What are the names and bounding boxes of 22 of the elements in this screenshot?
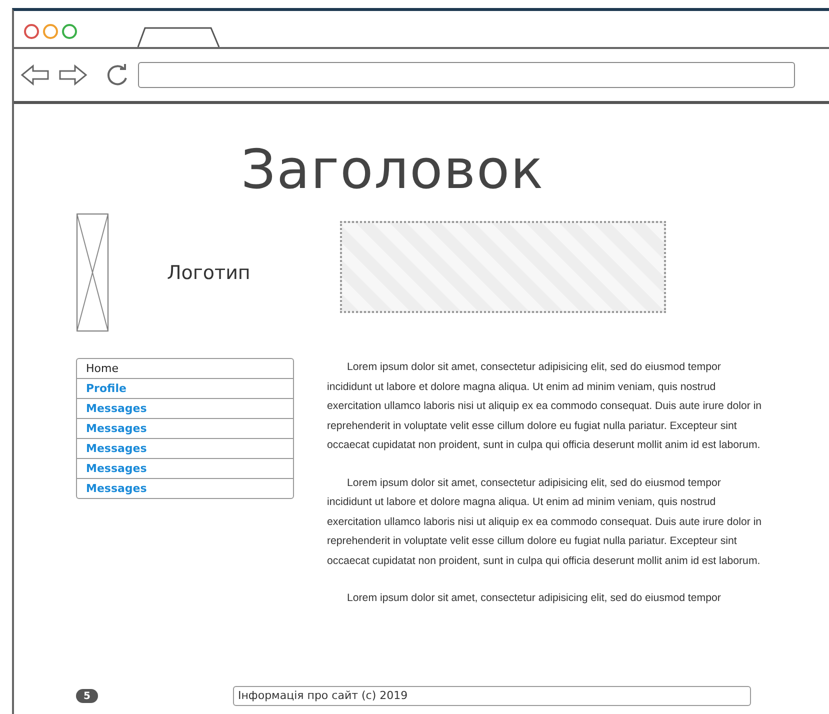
address-field[interactable]	[138, 62, 795, 88]
body-paragraph: Lorem ipsum dolor sit amet, consectetur adipisicing elit, sed do eiusmod tempor	[346, 591, 722, 606]
nav-item[interactable]: Messages	[77, 398, 293, 418]
nav-item[interactable]: Messages	[77, 478, 293, 498]
forward-arrow-icon[interactable]	[58, 64, 88, 86]
count-badge: 5	[76, 689, 98, 703]
back-arrow-icon[interactable]	[20, 64, 50, 86]
window-control-icon[interactable]	[62, 24, 77, 38]
nav-item[interactable]: Messages	[77, 418, 293, 438]
logo-label: Логотип	[167, 262, 252, 284]
footer-text: Інформація про сайт (с) 2019	[233, 686, 751, 706]
page-heading: Заголовок	[241, 138, 546, 201]
nav-item[interactable]: Messages	[77, 438, 293, 458]
image-placeholder-icon	[76, 213, 109, 332]
nav-item[interactable]: Profile	[77, 378, 293, 398]
body-paragraph: Lorem ipsum dolor sit amet, consectetur adipisicing elit, sed do eiusmod tempor incididunt ut labore et dolore magna aliqua. Ut enim ad minim veniam, quis nostrud exercitation ullamco laboris nisi ut aliquip ex ea commodo consequat. Duis aute irure dolor in reprehenderit in voluptate velit esse cillum dolore eu fugiat nulla pariatur. Excepteur sint occaecat cupidatat non proident, sunt in culpa qui officia deserunt mollit anim id est laborum.	[327, 360, 763, 453]
browser-tab[interactable]	[137, 27, 221, 47]
nav-item[interactable]: Home	[77, 359, 293, 378]
reload-icon[interactable]	[106, 63, 130, 87]
body-paragraph: Lorem ipsum dolor sit amet, consectetur adipisicing elit, sed do eiusmod tempor incididunt ut labore et dolore magna aliqua. Ut enim ad minim veniam, quis nostrud exercitation ullamco laboris nisi ut aliquip ex ea commodo consequat. Duis aute irure dolor in reprehenderit in voluptate velit esse cillum dolore eu fugiat nulla pariatur. Excepteur sint occaecat cupidatat non proident, sunt in culpa qui officia deserunt mollit anim id est laborum.	[327, 476, 763, 568]
window-control-icon[interactable]	[24, 24, 39, 38]
nav-item[interactable]: Messages	[77, 458, 293, 478]
